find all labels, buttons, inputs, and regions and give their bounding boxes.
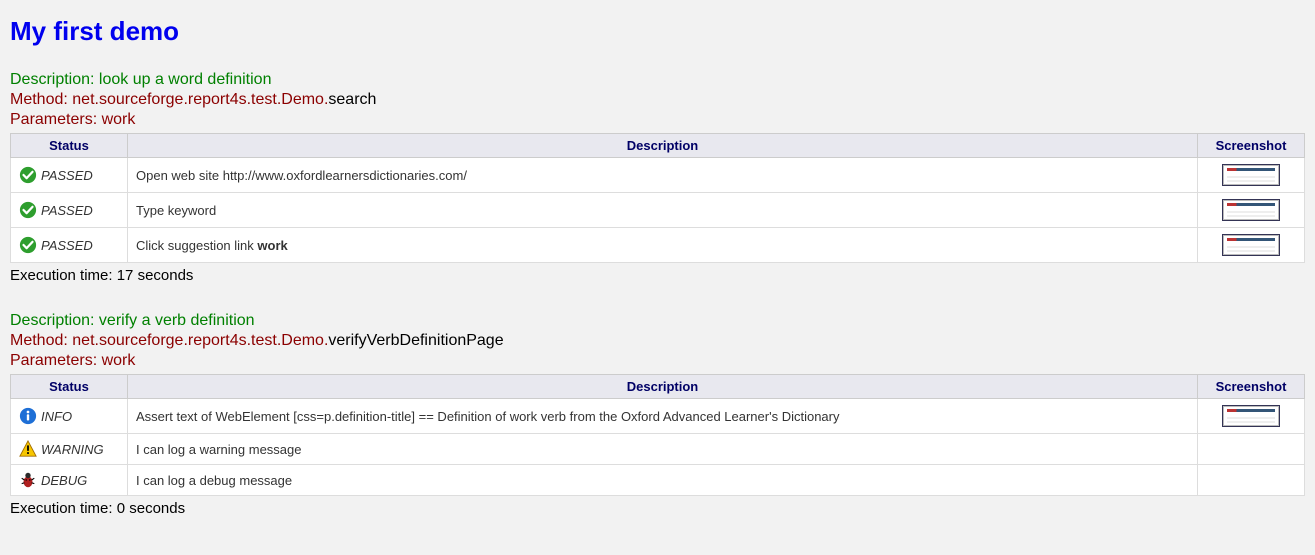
column-screenshot: Screenshot [1198,375,1305,399]
screenshot-cell [1198,158,1305,193]
test-section: Description: verify a verb definition Met… [10,312,1305,517]
screenshot-thumbnail[interactable] [1222,405,1280,427]
info-icon [19,407,37,425]
table-row: WARNING I can log a warning message [11,434,1305,465]
screenshot-thumbnail[interactable] [1222,164,1280,186]
test-section: Description: look up a word definition Me… [10,71,1305,284]
table-row: INFO Assert text of WebElement [css=p.def… [11,399,1305,434]
table-row: PASSED Type keyword [11,193,1305,228]
status-label: INFO [41,409,72,424]
section-parameters: Parameters: work [10,111,1305,129]
table-row: DEBUG I can log a debug message [11,465,1305,496]
steps-table: StatusDescriptionScreenshot PASSED Open we… [10,133,1305,263]
step-description: I can log a warning message [128,434,1198,465]
section-parameters: Parameters: work [10,352,1305,370]
column-description: Description [128,134,1198,158]
steps-table: StatusDescriptionScreenshot INFO Assert te… [10,374,1305,496]
step-description: Open web site http://www.oxfordlearnersd… [128,158,1198,193]
section-method: Method: net.sourceforge.report4s.test.De… [10,332,1305,350]
execution-time: Execution time: 0 seconds [10,500,1305,517]
screenshot-cell [1198,465,1305,496]
status-label: PASSED [41,238,93,253]
status-label: WARNING [41,442,104,457]
screenshot-thumbnail[interactable] [1222,234,1280,256]
screenshot-cell [1198,193,1305,228]
step-description: Type keyword [128,193,1198,228]
execution-time: Execution time: 17 seconds [10,267,1305,284]
screenshot-cell [1198,434,1305,465]
step-description: Assert text of WebElement [css=p.definit… [128,399,1198,434]
column-status: Status [11,134,128,158]
section-method: Method: net.sourceforge.report4s.test.De… [10,91,1305,109]
passed-icon [19,236,37,254]
column-screenshot: Screenshot [1198,134,1305,158]
screenshot-thumbnail[interactable] [1222,199,1280,221]
screenshot-cell [1198,399,1305,434]
section-description: Description: look up a word definition [10,71,1305,89]
page-title: My first demo [10,16,1305,47]
table-row: PASSED Click suggestion link work [11,228,1305,263]
step-description: Click suggestion link work [128,228,1198,263]
passed-icon [19,166,37,184]
warning-icon [19,440,37,458]
column-status: Status [11,375,128,399]
status-label: PASSED [41,203,93,218]
section-description: Description: verify a verb definition [10,312,1305,330]
status-label: DEBUG [41,473,87,488]
debug-icon [19,471,37,489]
table-row: PASSED Open web site http://www.oxfordlea… [11,158,1305,193]
screenshot-cell [1198,228,1305,263]
status-label: PASSED [41,168,93,183]
column-description: Description [128,375,1198,399]
passed-icon [19,201,37,219]
step-description: I can log a debug message [128,465,1198,496]
